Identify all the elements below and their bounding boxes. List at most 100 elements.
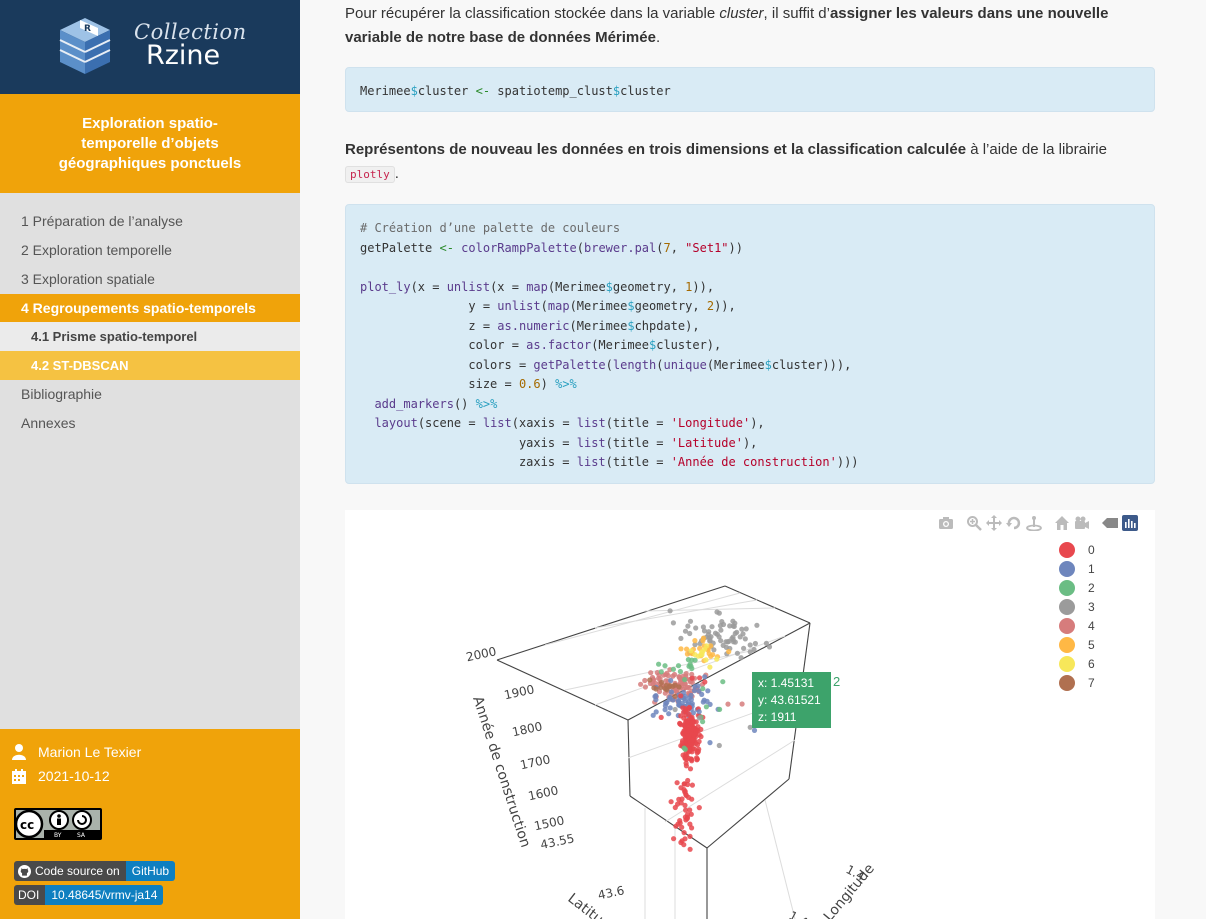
legend-marker-icon [1059, 617, 1075, 634]
hover-tooltip: x: 1.45131 y: 43.61521 z: 1911 [752, 672, 831, 728]
legend-item[interactable]: 6 [1059, 654, 1095, 673]
scatter-point [754, 622, 760, 628]
turntable-rotation-icon[interactable] [1026, 515, 1042, 532]
scatter-point [687, 821, 693, 827]
legend-label: 4 [1088, 618, 1095, 633]
scatter-point [668, 677, 674, 684]
scatter-point [682, 802, 688, 808]
scatter-point [668, 689, 674, 695]
home-reset-camera-icon[interactable] [1054, 515, 1070, 531]
scatter-point [678, 693, 684, 699]
tooltip-z: z: 1911 [758, 710, 797, 724]
scatter-point [718, 638, 724, 644]
scatter-point [689, 737, 695, 743]
scatter-point [662, 703, 668, 709]
paragraph-plotly: Représentons de nouveau les données en t… [345, 138, 1155, 187]
3d-scene[interactable]: 2000 1900 1800 1700 1600 1500 43.55 43.6… [345, 510, 1155, 919]
scatter-point [687, 766, 694, 772]
legend-marker-icon [1059, 541, 1075, 558]
scatter-point [723, 639, 729, 645]
scatter-point [697, 675, 703, 681]
scatter-point [658, 714, 664, 720]
toc-item-bibliographie[interactable]: Bibliographie [0, 380, 300, 409]
legend-item[interactable]: 1 [1059, 559, 1095, 578]
cc-by-sa-license-icon[interactable]: cc BY SA [14, 808, 102, 840]
scatter-point [687, 846, 693, 852]
svg-text:BY: BY [54, 832, 62, 839]
scatter-point [662, 663, 668, 669]
scatter-point [686, 733, 692, 739]
camera-icon[interactable] [938, 515, 954, 531]
toc-item-exploration-temporelle[interactable]: 2 Exploration temporelle [0, 236, 300, 265]
scatter-point [667, 608, 673, 614]
toc-subitem-prisme[interactable]: 4.1 Prisme spatio-temporel [0, 322, 300, 351]
scatter-point [737, 634, 743, 640]
z-tick: 1700 [519, 752, 552, 772]
scatter-point [680, 705, 686, 711]
paragraph-cluster-assign: Pour récupérer la classification stockée… [345, 2, 1155, 50]
github-source-badge[interactable]: Code source on GitHub [14, 861, 176, 881]
scatter-point [658, 679, 665, 686]
scatter-point [718, 627, 724, 633]
text-span-italic: cluster [719, 5, 764, 22]
scatter-point [647, 677, 653, 683]
scatter-point [681, 745, 687, 751]
hover-closest-icon[interactable] [1102, 515, 1118, 531]
scatter-point [676, 684, 682, 690]
toc-item-annexes[interactable]: Annexes [0, 409, 300, 438]
plotly-logo-icon[interactable] [1122, 515, 1138, 531]
toc-subitem-st-dbscan[interactable]: 4.2 ST-DBSCAN [0, 351, 300, 380]
scatter-point [714, 609, 720, 615]
text-span: . [394, 165, 399, 182]
scatter-point [685, 699, 691, 705]
inline-code-plotly: plotly [345, 166, 395, 183]
scatter-point [638, 681, 644, 687]
z-tick: 2000 [465, 644, 498, 664]
scatter-point [674, 780, 680, 786]
scatter-point [725, 701, 731, 707]
scatter-point [710, 652, 716, 658]
toc-item-exploration-spatiale[interactable]: 3 Exploration spatiale [0, 265, 300, 294]
legend-item[interactable]: 2 [1059, 578, 1095, 597]
scatter-point [677, 720, 683, 726]
scatter-point [689, 782, 695, 788]
rzine-logo[interactable]: R Collection Rzine [0, 0, 300, 94]
scatter-point [726, 649, 732, 655]
scatter-point [688, 692, 694, 698]
user-icon [12, 744, 26, 760]
scatter-point [747, 642, 753, 648]
scene-grid-lines [544, 592, 796, 919]
z-axis-title: Année de construction [469, 694, 533, 849]
legend-item[interactable]: 5 [1059, 635, 1095, 654]
code-block-assign[interactable]: Merimee$cluster <- spatiotemp_clust$clus… [345, 67, 1155, 112]
scatter-point [739, 701, 745, 707]
scatter-point [701, 628, 708, 634]
legend-item[interactable]: 3 [1059, 597, 1095, 616]
scatter-point [688, 714, 694, 721]
legend-item[interactable]: 0 [1059, 540, 1095, 559]
plotly-3d-scatter[interactable]: 2000 1900 1800 1700 1600 1500 43.55 43.6… [345, 510, 1155, 919]
svg-text:cc: cc [20, 818, 34, 832]
pan-icon[interactable] [986, 515, 1002, 531]
scatter-point [698, 734, 704, 740]
scatter-point [670, 666, 676, 672]
zoom-icon[interactable] [966, 515, 982, 531]
document-title: Exploration spatio-temporelle d’objets g… [58, 114, 242, 172]
legend-marker-icon [1059, 655, 1075, 672]
legend-item[interactable]: 7 [1059, 673, 1095, 692]
scatter-point [702, 674, 708, 680]
scatter-point [658, 684, 664, 690]
scatter-point [675, 821, 681, 827]
toc-item-regroupements[interactable]: 4 Regroupements spatio-temporels [0, 294, 300, 322]
doi-badge[interactable]: DOI 10.48645/vrmv-ja14 [14, 885, 164, 905]
scatter-point [678, 646, 684, 652]
orbit-rotation-icon[interactable] [1006, 515, 1022, 531]
github-icon [18, 864, 31, 878]
scatter-point [700, 638, 706, 644]
last-save-camera-icon[interactable] [1074, 515, 1090, 531]
legend-item[interactable]: 4 [1059, 616, 1095, 635]
toc-item-preparation[interactable]: 1 Préparation de l’analyse [0, 207, 300, 236]
scatter-point [703, 704, 709, 710]
code-block-plotly[interactable]: # Création d’une palette de couleurs get… [345, 204, 1155, 484]
text-span: , il suffit d’ [763, 5, 830, 22]
